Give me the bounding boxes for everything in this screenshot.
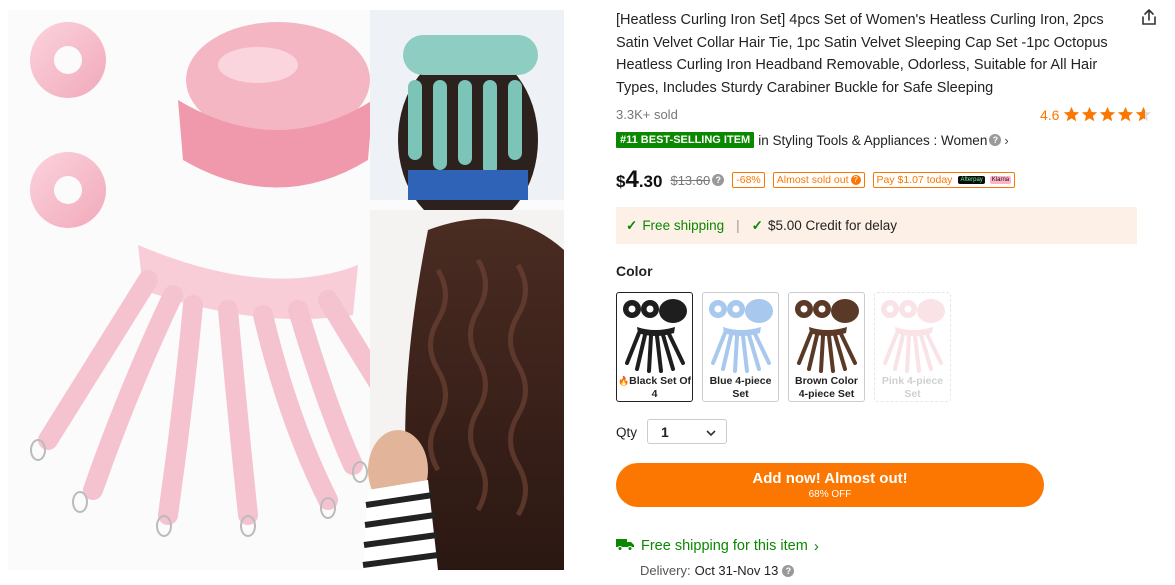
color-option-label: Brown Color 4-piece Set (789, 375, 864, 401)
product-info: [Heatless Curling Iron Set] 4pcs Set of … (616, 0, 1156, 585)
separator: | (736, 218, 740, 233)
cta-sub-label: 68% OFF (808, 488, 852, 500)
share-icon[interactable] (1140, 8, 1158, 26)
qty-label: Qty (616, 425, 638, 440)
pay-today-badge[interactable]: Pay $1.07 today Afterpay Klarna (872, 172, 1016, 188)
color-option[interactable]: 🔥Black Set Of 4 (616, 292, 693, 402)
color-option[interactable]: Blue 4-piece Set (702, 292, 779, 402)
add-to-cart-button[interactable]: Add now! Almost out! 68% OFF (616, 463, 1044, 507)
color-option-thumbnail (622, 299, 687, 373)
color-option-label: Blue 4-piece Set (703, 375, 778, 401)
delivery-date: Oct 31-Nov 13 (694, 563, 779, 578)
sold-count: 3.3K+ sold (616, 107, 678, 122)
color-option-label: 🔥Black Set Of 4 (617, 375, 692, 401)
cta-main-label: Add now! Almost out! (752, 469, 908, 487)
delivery-info: Delivery: Oct 31-Nov 13 ? (640, 563, 795, 578)
best-seller-category: in Styling Tools & Appliances : Women (758, 132, 988, 148)
best-seller-badge: #11 BEST-SELLING ITEM (616, 132, 755, 148)
color-option-text: Brown Color 4-piece Set (795, 375, 858, 400)
color-option-text: Pink 4-piece Set (881, 375, 944, 400)
info-icon[interactable]: ? (712, 174, 725, 186)
rating[interactable]: 4.6 (1040, 106, 1152, 123)
chevron-right-icon: › (1004, 132, 1009, 148)
rating-value: 4.6 (1040, 106, 1060, 123)
color-options: 🔥Black Set Of 4 Blue 4-piece Set Brown Col… (616, 292, 951, 402)
check-icon: ✓ (626, 217, 638, 233)
info-icon: ? (850, 175, 861, 185)
color-option-thumbnail (708, 299, 773, 373)
star-icon (1136, 106, 1152, 122)
discount-badge: -68% (732, 172, 765, 188)
fire-icon: 🔥 (617, 376, 630, 386)
check-icon: ✓ (751, 217, 763, 233)
almost-sold-text: Almost sold out (776, 174, 849, 186)
color-option-label: Pink 4-piece Set (875, 375, 950, 401)
free-shipping-item-text: Free shipping for this item (641, 538, 808, 554)
truck-icon (616, 537, 635, 555)
chevron-right-icon: › (813, 537, 819, 555)
almost-sold-badge[interactable]: Almost sold out? (772, 172, 865, 188)
free-shipping-text: Free shipping (642, 218, 725, 233)
color-option-text: Blue 4-piece Set (709, 375, 772, 400)
quantity-value: 1 (661, 423, 669, 440)
klarna-logo: Klarna (989, 176, 1012, 184)
price-line: $4.30 $13.60 ? -68% Almost sold out? Pay… (616, 166, 1016, 194)
chevron-down-icon (706, 424, 716, 440)
original-price: $13.60 (670, 172, 711, 188)
star-icon (1082, 106, 1098, 122)
credit-delay-text: $5.00 Credit for delay (767, 218, 898, 233)
current-price: $4.30 (616, 166, 662, 194)
info-icon[interactable]: ? (989, 134, 1002, 146)
discount-text: -68% (736, 174, 761, 186)
shipping-box[interactable]: ✓ Free shipping | ✓ $5.00 Credit for del… (616, 207, 1137, 244)
info-icon[interactable]: ? (782, 564, 795, 577)
free-shipping-link[interactable]: Free shipping for this item › (616, 537, 819, 555)
quantity-select[interactable]: 1 (647, 419, 727, 444)
color-option[interactable]: Pink 4-piece Set (874, 292, 951, 402)
color-option[interactable]: Brown Color 4-piece Set (788, 292, 865, 402)
product-image[interactable] (8, 10, 564, 570)
best-seller-line[interactable]: #11 BEST-SELLING ITEM in Styling Tools &… (616, 132, 1009, 148)
price-integer: 4 (625, 166, 639, 193)
color-option-text: Black Set Of 4 (629, 375, 692, 400)
star-icon (1118, 106, 1134, 122)
color-option-thumbnail (794, 299, 859, 373)
product-photo (30, 10, 564, 570)
price-currency: $ (616, 172, 626, 191)
afterpay-logo: Afterpay (958, 176, 985, 184)
color-label: Color (616, 263, 653, 279)
color-option-thumbnail (880, 299, 945, 373)
star-icon (1064, 106, 1080, 122)
rating-stars (1063, 106, 1152, 123)
pay-today-text: Pay $1.07 today (876, 174, 953, 186)
delivery-label: Delivery: (640, 563, 691, 578)
price-decimal: .30 (638, 172, 663, 191)
product-title: [Heatless Curling Iron Set] 4pcs Set of … (616, 12, 1108, 96)
star-icon (1100, 106, 1116, 122)
